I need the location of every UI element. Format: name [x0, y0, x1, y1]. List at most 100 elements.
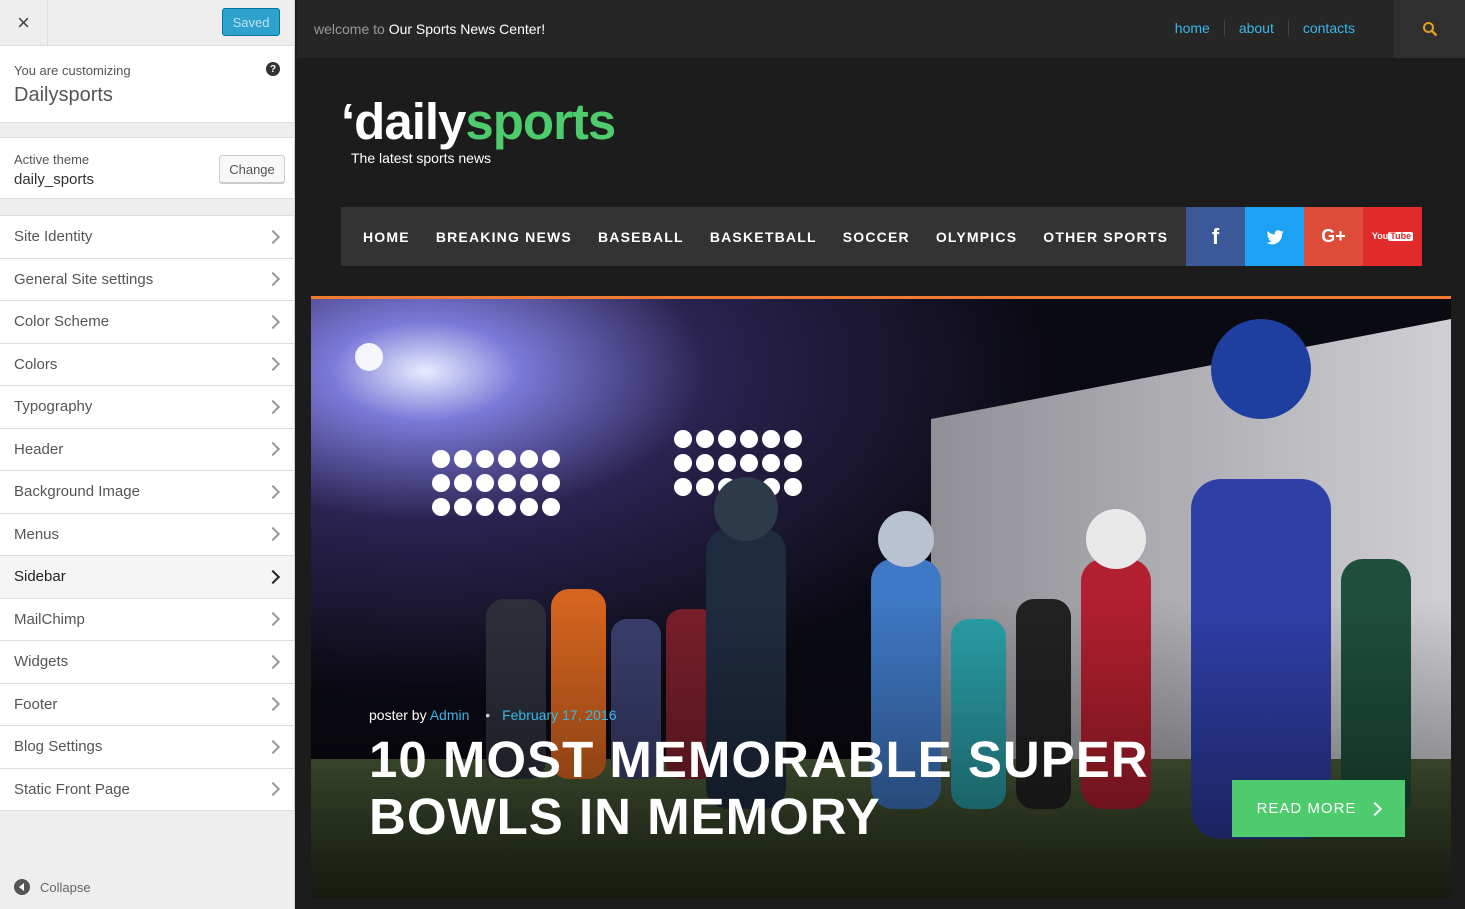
section-mailchimp[interactable]: MailChimp: [0, 599, 294, 641]
chevron-right-icon: [265, 272, 281, 287]
customizer-sidebar: × Saved You are customizing Dailysports …: [0, 0, 295, 909]
section-label: Typography: [14, 398, 93, 416]
section-label: Static Front Page: [14, 780, 130, 798]
chevron-right-icon: [265, 654, 281, 669]
logo-daily: daily: [354, 93, 466, 150]
top-nav-about[interactable]: about: [1223, 20, 1288, 36]
section-sidebar[interactable]: Sidebar: [0, 556, 294, 599]
section-label: Colors: [14, 355, 58, 373]
section-typography[interactable]: Typography: [0, 386, 294, 429]
chevron-right-icon: [265, 782, 281, 797]
help-icon[interactable]: ?: [266, 62, 280, 76]
chevron-right-icon: [265, 399, 281, 414]
twitter-icon[interactable]: [1245, 207, 1304, 266]
site-preview: welcome to Our Sports News Center! home …: [297, 0, 1465, 909]
main-nav-basketball[interactable]: BASKETBALL: [710, 229, 817, 245]
customizer-header: × Saved: [0, 0, 294, 46]
welcome-prefix: welcome to: [314, 21, 385, 37]
poster-prefix: poster by: [369, 707, 427, 723]
main-nav-baseball[interactable]: BASEBALL: [598, 229, 684, 245]
chevron-right-icon: [1368, 801, 1383, 816]
chevron-right-icon: [265, 314, 281, 329]
chevron-right-icon: [265, 697, 281, 712]
section-label: Blog Settings: [14, 738, 103, 756]
main-nav-items: HOME BREAKING NEWS BASEBALL BASKETBALL SOCCE…: [363, 207, 1194, 266]
main-nav-olympics[interactable]: OLYMPICS: [936, 229, 1017, 245]
social-links: f G+ You Tube: [1186, 207, 1422, 266]
section-label: Sidebar: [14, 568, 66, 586]
saved-button[interactable]: Saved: [222, 8, 280, 36]
section-color-scheme[interactable]: Color Scheme: [0, 301, 294, 344]
meta-separator: •: [485, 707, 491, 723]
chevron-right-icon: [265, 229, 281, 244]
section-label: Header: [14, 440, 64, 458]
section-label: Widgets: [14, 653, 69, 671]
section-blog-settings[interactable]: Blog Settings: [0, 726, 294, 769]
section-static-front-page[interactable]: Static Front Page: [0, 769, 294, 811]
youtube-icon[interactable]: You Tube: [1363, 207, 1422, 266]
section-label: MailChimp: [14, 610, 85, 628]
change-theme-button[interactable]: Change: [219, 155, 285, 183]
facebook-icon[interactable]: f: [1186, 207, 1245, 266]
section-header[interactable]: Header: [0, 429, 294, 471]
youtube-label-top: You: [1371, 231, 1389, 241]
customizer-info: You are customizing Dailysports ?: [0, 46, 294, 123]
section-label: Background Image: [14, 483, 140, 501]
logo-sports: sports: [465, 93, 616, 150]
author-link[interactable]: Admin: [430, 707, 470, 723]
welcome-name: Our Sports News Center!: [388, 21, 546, 37]
section-label: Color Scheme: [14, 313, 110, 331]
section-label: Footer: [14, 695, 58, 713]
top-nav-home[interactable]: home: [1161, 20, 1224, 36]
top-nav: home about contacts: [1161, 20, 1369, 36]
main-nav: HOME BREAKING NEWS BASEBALL BASKETBALL SOCCE…: [341, 207, 1422, 266]
collapse-button[interactable]: Collapse: [14, 879, 91, 895]
chevron-right-icon: [265, 527, 281, 542]
section-widgets[interactable]: Widgets: [0, 641, 294, 684]
active-theme-panel: Active theme daily_sports Change: [0, 137, 294, 199]
chevron-right-icon: [265, 484, 281, 499]
section-site-identity[interactable]: Site Identity: [0, 216, 294, 259]
section-label: General Site settings: [14, 270, 154, 288]
main-nav-other-sports[interactable]: OTHER SPORTS: [1043, 229, 1168, 245]
section-footer[interactable]: Footer: [0, 684, 294, 726]
search-button[interactable]: [1394, 0, 1465, 58]
welcome-text: welcome to Our Sports News Center!: [314, 21, 545, 37]
top-bar: welcome to Our Sports News Center! home …: [297, 0, 1465, 58]
post-date[interactable]: February 17, 2016: [502, 707, 616, 723]
customizing-label: You are customizing: [14, 63, 131, 78]
main-nav-home[interactable]: HOME: [363, 229, 410, 245]
chevron-right-icon: [265, 612, 281, 627]
section-colors[interactable]: Colors: [0, 344, 294, 386]
read-more-button[interactable]: READ MORE: [1232, 780, 1405, 837]
section-label: Menus: [14, 525, 60, 543]
customizer-sections: Site Identity General Site settings Color …: [0, 215, 294, 811]
youtube-label-bottom: Tube: [1388, 231, 1414, 241]
twitter-bird-shape: [1266, 229, 1284, 244]
close-icon[interactable]: ×: [0, 0, 48, 45]
site-tagline: The latest sports news: [351, 150, 492, 166]
hero-slide[interactable]: poster by Admin • February 17, 2016 10 M…: [311, 296, 1451, 898]
collapse-icon: [14, 879, 30, 895]
active-theme-name: daily_sports: [14, 171, 95, 188]
site-title: Dailysports: [14, 84, 113, 106]
hero-title[interactable]: 10 MOST MEMORABLE SUPER BOWLS IN MEMORY: [369, 731, 1169, 845]
site-logo[interactable]: ‘dailysports: [341, 92, 616, 151]
active-theme-label: Active theme: [14, 152, 90, 167]
chevron-right-icon: [265, 739, 281, 754]
main-nav-breaking-news[interactable]: BREAKING NEWS: [436, 229, 572, 245]
section-background-image[interactable]: Background Image: [0, 471, 294, 514]
logo-quote: ‘: [341, 93, 355, 150]
collapse-label: Collapse: [40, 879, 91, 895]
main-nav-soccer[interactable]: SOCCER: [843, 229, 910, 245]
section-label: Site Identity: [14, 228, 93, 246]
chevron-right-icon: [265, 442, 281, 457]
post-meta: poster by Admin • February 17, 2016: [369, 707, 617, 723]
section-general-site-settings[interactable]: General Site settings: [0, 259, 294, 301]
chevron-right-icon: [265, 569, 281, 584]
chevron-right-icon: [265, 357, 281, 372]
google-plus-icon[interactable]: G+: [1304, 207, 1363, 266]
search-icon: [1422, 22, 1437, 37]
top-nav-contacts[interactable]: contacts: [1287, 20, 1369, 36]
section-menus[interactable]: Menus: [0, 514, 294, 556]
